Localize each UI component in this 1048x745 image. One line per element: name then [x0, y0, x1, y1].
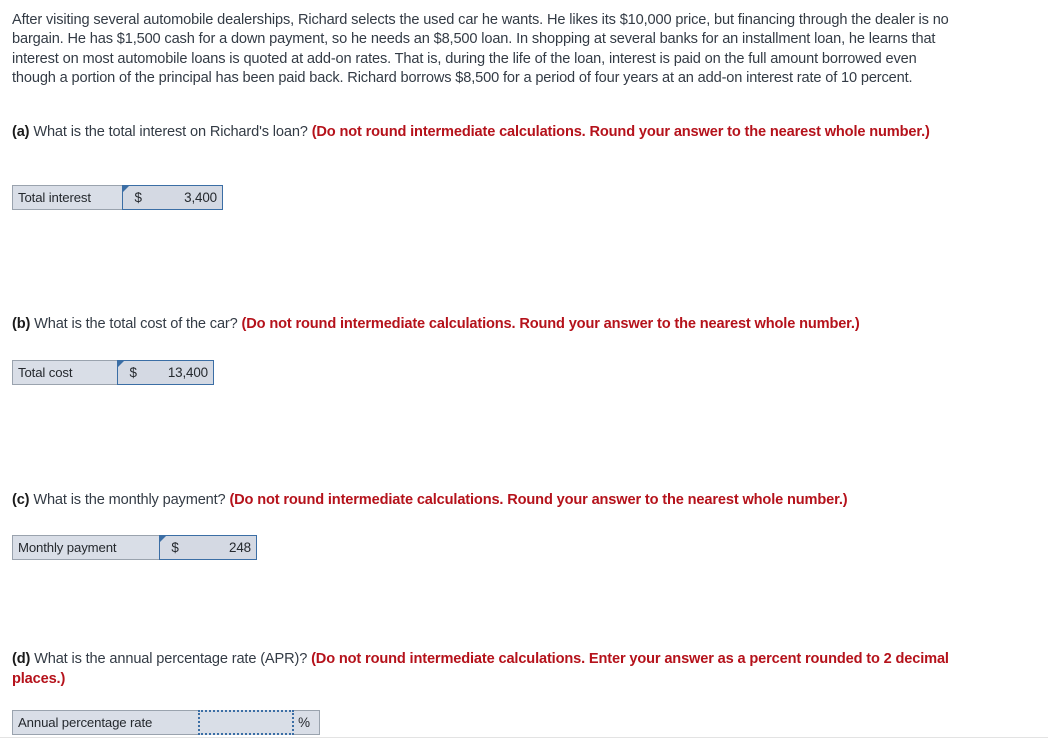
question-instruction-b: (Do not round intermediate calculations.…: [242, 316, 860, 332]
answer-label-a: Total interest: [13, 186, 122, 209]
currency-symbol-b: $: [118, 365, 144, 380]
question-prefix-d: (d): [12, 651, 30, 667]
problem-statement: After visiting several automobile dealer…: [12, 11, 956, 89]
answer-suffix-d: %: [294, 711, 319, 734]
question-block-c: (c) What is the monthly payment? (Do not…: [12, 491, 1012, 511]
question-block-b: (b) What is the total cost of the car? (…: [12, 315, 1012, 335]
currency-symbol-a: $: [123, 190, 149, 205]
question-text-c: (c) What is the monthly payment? (Do not…: [12, 491, 956, 511]
answer-input-c[interactable]: $ 248: [159, 535, 257, 560]
answer-value-a[interactable]: 3,400: [149, 190, 222, 205]
question-body-d: What is the annual percentage rate (APR)…: [30, 651, 311, 667]
cell-flag-icon: [118, 361, 124, 367]
answer-label-b: Total cost: [13, 361, 117, 384]
answer-label-d: Annual percentage rate: [13, 711, 198, 734]
question-prefix-b: (b): [12, 316, 30, 332]
answer-row-a: Total interest $ 3,400: [12, 185, 223, 210]
answer-label-c: Monthly payment: [13, 536, 159, 559]
question-prefix-c: (c): [12, 492, 29, 508]
question-body-b: What is the total cost of the car?: [30, 316, 241, 332]
question-block-a: (a) What is the total interest on Richar…: [12, 123, 1012, 143]
answer-value-d[interactable]: [200, 712, 292, 733]
cell-flag-icon: [160, 536, 166, 542]
bottom-divider: [0, 737, 1048, 738]
question-block-d: (d) What is the annual percentage rate (…: [12, 650, 1012, 689]
question-body-a: What is the total interest on Richard's …: [29, 124, 311, 140]
worksheet-page: After visiting several automobile dealer…: [0, 0, 1048, 745]
answer-value-b[interactable]: 13,400: [144, 365, 213, 380]
currency-symbol-c: $: [160, 540, 186, 555]
answer-input-a[interactable]: $ 3,400: [122, 185, 223, 210]
question-text-a: (a) What is the total interest on Richar…: [12, 123, 956, 143]
question-instruction-a: (Do not round intermediate calculations.…: [312, 124, 930, 140]
answer-value-c[interactable]: 248: [186, 540, 256, 555]
question-body-c: What is the monthly payment?: [29, 492, 229, 508]
question-text-b: (b) What is the total cost of the car? (…: [12, 315, 956, 335]
question-prefix-a: (a): [12, 124, 29, 140]
cell-flag-icon: [123, 186, 129, 192]
question-instruction-c: (Do not round intermediate calculations.…: [229, 492, 847, 508]
answer-input-b[interactable]: $ 13,400: [117, 360, 214, 385]
answer-input-d[interactable]: [198, 710, 294, 735]
answer-row-d: Annual percentage rate %: [12, 710, 320, 735]
answer-row-b: Total cost $ 13,400: [12, 360, 214, 385]
answer-row-c: Monthly payment $ 248: [12, 535, 257, 560]
question-text-d: (d) What is the annual percentage rate (…: [12, 650, 956, 689]
